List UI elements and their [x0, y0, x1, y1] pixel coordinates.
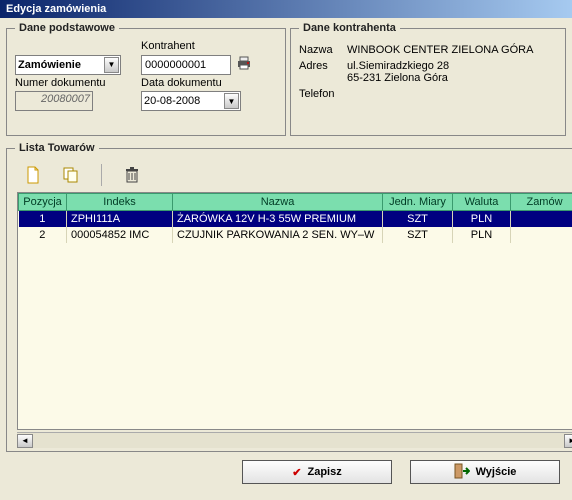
cell-jm: SZT	[383, 211, 453, 227]
cell-indeks: ZPHI111A	[67, 211, 173, 227]
new-doc-icon[interactable]	[23, 165, 43, 185]
goods-list-fieldset: Lista Towarów Pozycja	[6, 142, 572, 452]
doc-date-value: 20-08-2008	[144, 95, 224, 107]
goods-grid[interactable]: Pozycja Indeks Nazwa Jedn. Miary Waluta …	[17, 192, 572, 430]
kontr-addr-line2: 65-231 Zielona Góra	[347, 72, 557, 84]
cell-waluta: PLN	[453, 227, 511, 243]
horizontal-scrollbar[interactable]: ◄ ►	[17, 432, 572, 448]
chevron-down-icon: ▼	[104, 57, 119, 73]
kontrahent-value: 0000000001	[145, 59, 206, 71]
basic-data-legend: Dane podstawowe	[15, 22, 119, 34]
exit-button-label: Wyjście	[476, 466, 517, 478]
kontr-phone-value	[347, 88, 557, 100]
col-pozycja[interactable]: Pozycja	[19, 194, 67, 211]
cell-nazwa: CZUJNIK PARKOWANIA 2 SEN. WY–W	[173, 227, 383, 243]
copy-doc-icon[interactable]	[61, 165, 81, 185]
doc-number-field: 20080007	[15, 91, 93, 111]
col-jm[interactable]: Jedn. Miary	[383, 194, 453, 211]
printer-icon[interactable]	[235, 54, 253, 75]
goods-list-legend: Lista Towarów	[15, 142, 99, 154]
order-type-combo[interactable]: Zamówienie ▼	[15, 55, 121, 75]
cell-zamow	[511, 211, 572, 227]
col-zamow[interactable]: Zamów	[511, 194, 572, 211]
save-button[interactable]: ✔ Zapisz	[242, 460, 392, 484]
grid-header-row: Pozycja Indeks Nazwa Jedn. Miary Waluta …	[19, 194, 572, 211]
window-title: Edycja zamówienia	[6, 3, 106, 15]
save-button-label: Zapisz	[307, 466, 341, 478]
table-row[interactable]: 1 ZPHI111A ŻARÓWKA 12V H-3 55W PREMIUM S…	[19, 211, 572, 227]
kontrahent-label: Kontrahent	[141, 40, 261, 52]
table-row[interactable]: 2 000054852 IMC CZUJNIK PARKOWANIA 2 SEN…	[19, 227, 572, 243]
kontrahent-data-fieldset: Dane kontrahenta Nazwa WINBOOK CENTER ZI…	[290, 22, 566, 136]
cell-waluta: PLN	[453, 211, 511, 227]
kontr-addr-value: ul.Siemiradzkiego 28 65-231 Zielona Góra	[347, 60, 557, 84]
col-nazwa[interactable]: Nazwa	[173, 194, 383, 211]
check-icon: ✔	[292, 466, 301, 479]
doc-number-label: Numer dokumentu	[15, 77, 135, 89]
kontrahent-input[interactable]: 0000000001	[141, 55, 231, 75]
kontr-phone-label: Telefon	[299, 88, 347, 100]
cell-jm: SZT	[383, 227, 453, 243]
doc-number-value: 20080007	[41, 93, 90, 105]
goods-toolbar	[15, 160, 572, 192]
toolbar-separator	[101, 164, 102, 186]
col-waluta[interactable]: Waluta	[453, 194, 511, 211]
doc-date-combo[interactable]: 20-08-2008 ▼	[141, 91, 241, 111]
cell-pozycja: 2	[19, 227, 67, 243]
window-titlebar: Edycja zamówienia	[0, 0, 572, 18]
scroll-right-icon[interactable]: ►	[564, 434, 572, 448]
kontrahent-data-legend: Dane kontrahenta	[299, 22, 400, 34]
order-type-value: Zamówienie	[18, 59, 104, 71]
doc-date-label: Data dokumentu	[141, 77, 261, 89]
kontr-name-label: Nazwa	[299, 44, 347, 56]
exit-button[interactable]: Wyjście	[410, 460, 560, 484]
kontr-addr-line1: ul.Siemiradzkiego 28	[347, 60, 557, 72]
trash-icon[interactable]	[122, 165, 142, 185]
kontr-addr-label: Adres	[299, 60, 347, 84]
basic-data-fieldset: Dane podstawowe Kontrahent Zamówienie ▼ …	[6, 22, 286, 136]
col-indeks[interactable]: Indeks	[67, 194, 173, 211]
chevron-down-icon: ▼	[224, 93, 239, 109]
kontr-name-value: WINBOOK CENTER ZIELONA GÓRA	[347, 44, 557, 56]
cell-nazwa: ŻARÓWKA 12V H-3 55W PREMIUM	[173, 211, 383, 227]
cell-zamow	[511, 227, 572, 243]
exit-door-icon	[454, 463, 470, 482]
scroll-left-icon[interactable]: ◄	[17, 434, 33, 448]
cell-indeks: 000054852 IMC	[67, 227, 173, 243]
cell-pozycja: 1	[19, 211, 67, 227]
